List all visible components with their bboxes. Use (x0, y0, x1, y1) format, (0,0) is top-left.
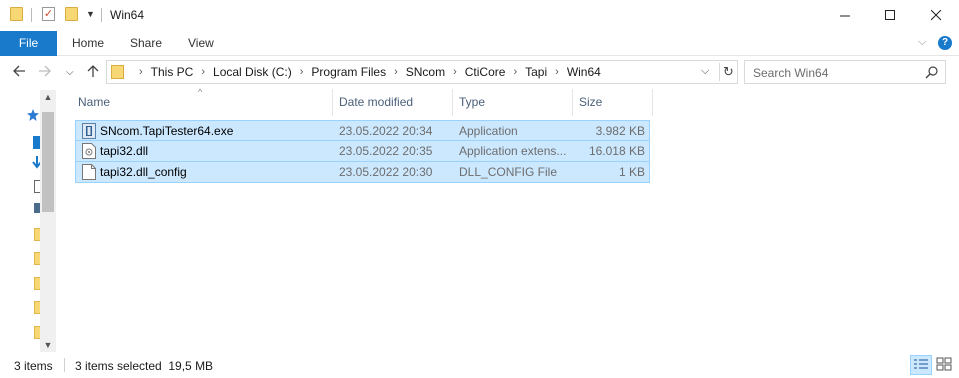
file-type: Application extens... (459, 144, 567, 158)
ribbon: File Home Share View ⌵ ? (0, 31, 959, 56)
expand-ribbon-chevron-icon[interactable]: ⌵ (918, 36, 926, 49)
help-icon[interactable]: ? (938, 36, 952, 50)
column-divider[interactable] (652, 89, 653, 116)
quick-access-dropdown-icon[interactable]: ▼ (86, 9, 95, 19)
column-header-name[interactable]: Name (78, 89, 110, 116)
file-list: SNcom.TapiTester64.exe 23.05.2022 20:34 … (75, 120, 650, 183)
maximize-icon (884, 10, 895, 20)
column-header-date-modified[interactable]: Date modified (339, 89, 413, 116)
file-name: tapi32.dll (100, 144, 149, 158)
exe-icon (82, 123, 96, 139)
tab-view[interactable]: View (188, 31, 214, 56)
divider (101, 8, 102, 22)
file-row[interactable]: tapi32.dll 23.05.2022 20:35 Application … (75, 141, 650, 162)
details-view-icon (914, 359, 928, 369)
file-name: SNcom.TapiTester64.exe (100, 124, 234, 138)
large-icons-view-button[interactable] (934, 355, 956, 375)
item-count: 3 items (14, 359, 53, 373)
file-icon (82, 164, 96, 180)
folder-icon (111, 65, 124, 79)
folder-icon (10, 7, 23, 21)
recent-locations-chevron-icon[interactable]: ⌵ (66, 67, 74, 78)
address-row: ⌵ › This PC › Local Disk (C:) › Program … (0, 57, 959, 89)
up-button[interactable] (86, 64, 100, 82)
chevron-right-icon[interactable]: › (201, 66, 205, 78)
title-bar: ✓ ▼ Win64 (0, 0, 959, 31)
breadcrumb-win64[interactable]: Win64 (567, 65, 601, 79)
search-icon[interactable] (925, 65, 939, 79)
chevron-right-icon[interactable]: › (555, 66, 559, 78)
chevron-right-icon[interactable]: › (139, 66, 143, 78)
sort-ascending-icon: ^ (198, 87, 203, 97)
search-placeholder: Search Win64 (753, 66, 829, 80)
scroll-up-icon[interactable]: ▲ (40, 90, 56, 104)
breadcrumb-local-disk[interactable]: Local Disk (C:) (213, 65, 292, 79)
large-icons-view-icon (936, 357, 952, 371)
properties-icon[interactable]: ✓ (42, 7, 55, 21)
up-arrow-icon (87, 65, 99, 77)
tab-file[interactable]: File (0, 31, 57, 56)
new-folder-icon[interactable] (65, 7, 78, 21)
forward-arrow-icon (39, 65, 51, 77)
file-date: 23.05.2022 20:30 (339, 165, 433, 179)
chevron-right-icon[interactable]: › (453, 66, 457, 78)
breadcrumb-cticore[interactable]: CtiCore (465, 65, 506, 79)
file-size: 16.018 KB (588, 144, 645, 158)
chevron-right-icon[interactable]: › (394, 66, 398, 78)
file-date: 23.05.2022 20:34 (339, 124, 433, 138)
column-divider[interactable] (332, 89, 333, 116)
file-row[interactable]: tapi32.dll_config 23.05.2022 20:30 DLL_C… (75, 162, 650, 183)
file-size: 1 KB (618, 165, 645, 179)
breadcrumb-sncom[interactable]: SNcom (406, 65, 445, 79)
breadcrumb: › This PC › Local Disk (C:) › Program Fi… (131, 61, 601, 83)
quick-access-star-icon[interactable] (27, 109, 39, 121)
scroll-down-icon[interactable]: ▼ (40, 338, 56, 352)
column-divider[interactable] (572, 89, 573, 116)
file-row[interactable]: SNcom.TapiTester64.exe 23.05.2022 20:34 … (75, 120, 650, 141)
chevron-right-icon[interactable]: › (513, 66, 517, 78)
address-dropdown-icon[interactable]: ⌵ (701, 65, 709, 78)
scroll-thumb[interactable] (42, 112, 54, 212)
back-arrow-icon (13, 65, 25, 77)
breadcrumb-this-pc[interactable]: This PC (151, 65, 194, 79)
tab-home[interactable]: Home (72, 31, 104, 56)
divider (64, 358, 65, 372)
refresh-icon[interactable]: ↻ (719, 63, 737, 81)
close-icon (930, 10, 941, 21)
divider (31, 8, 32, 22)
file-type: DLL_CONFIG File (459, 165, 558, 179)
status-bar: 3 items 3 items selected 19,5 MB (0, 352, 959, 378)
chevron-right-icon[interactable]: › (300, 66, 304, 78)
column-header-type[interactable]: Type (459, 89, 485, 116)
address-bar[interactable]: › This PC › Local Disk (C:) › Program Fi… (106, 60, 738, 84)
tab-share[interactable]: Share (130, 31, 162, 56)
file-date: 23.05.2022 20:35 (339, 144, 433, 158)
column-divider[interactable] (452, 89, 453, 116)
details-view-button[interactable] (910, 355, 932, 375)
window-title: Win64 (110, 8, 145, 22)
dll-icon (82, 143, 96, 159)
back-button[interactable] (12, 64, 26, 82)
breadcrumb-tapi[interactable]: Tapi (525, 65, 547, 79)
file-name: tapi32.dll_config (100, 165, 187, 179)
nav-scrollbar[interactable]: ▲ ▼ (40, 90, 56, 352)
selection-info: 3 items selected 19,5 MB (75, 359, 214, 373)
search-input[interactable]: Search Win64 (744, 60, 946, 84)
minimize-icon (839, 15, 850, 17)
breadcrumb-program-files[interactable]: Program Files (311, 65, 386, 79)
file-size: 3.982 KB (595, 124, 645, 138)
file-type: Application (459, 124, 518, 138)
maximize-button[interactable] (867, 0, 913, 31)
forward-button[interactable] (38, 64, 52, 82)
close-button[interactable] (913, 0, 959, 31)
minimize-button[interactable] (822, 0, 868, 31)
column-header-size[interactable]: Size (579, 89, 602, 116)
